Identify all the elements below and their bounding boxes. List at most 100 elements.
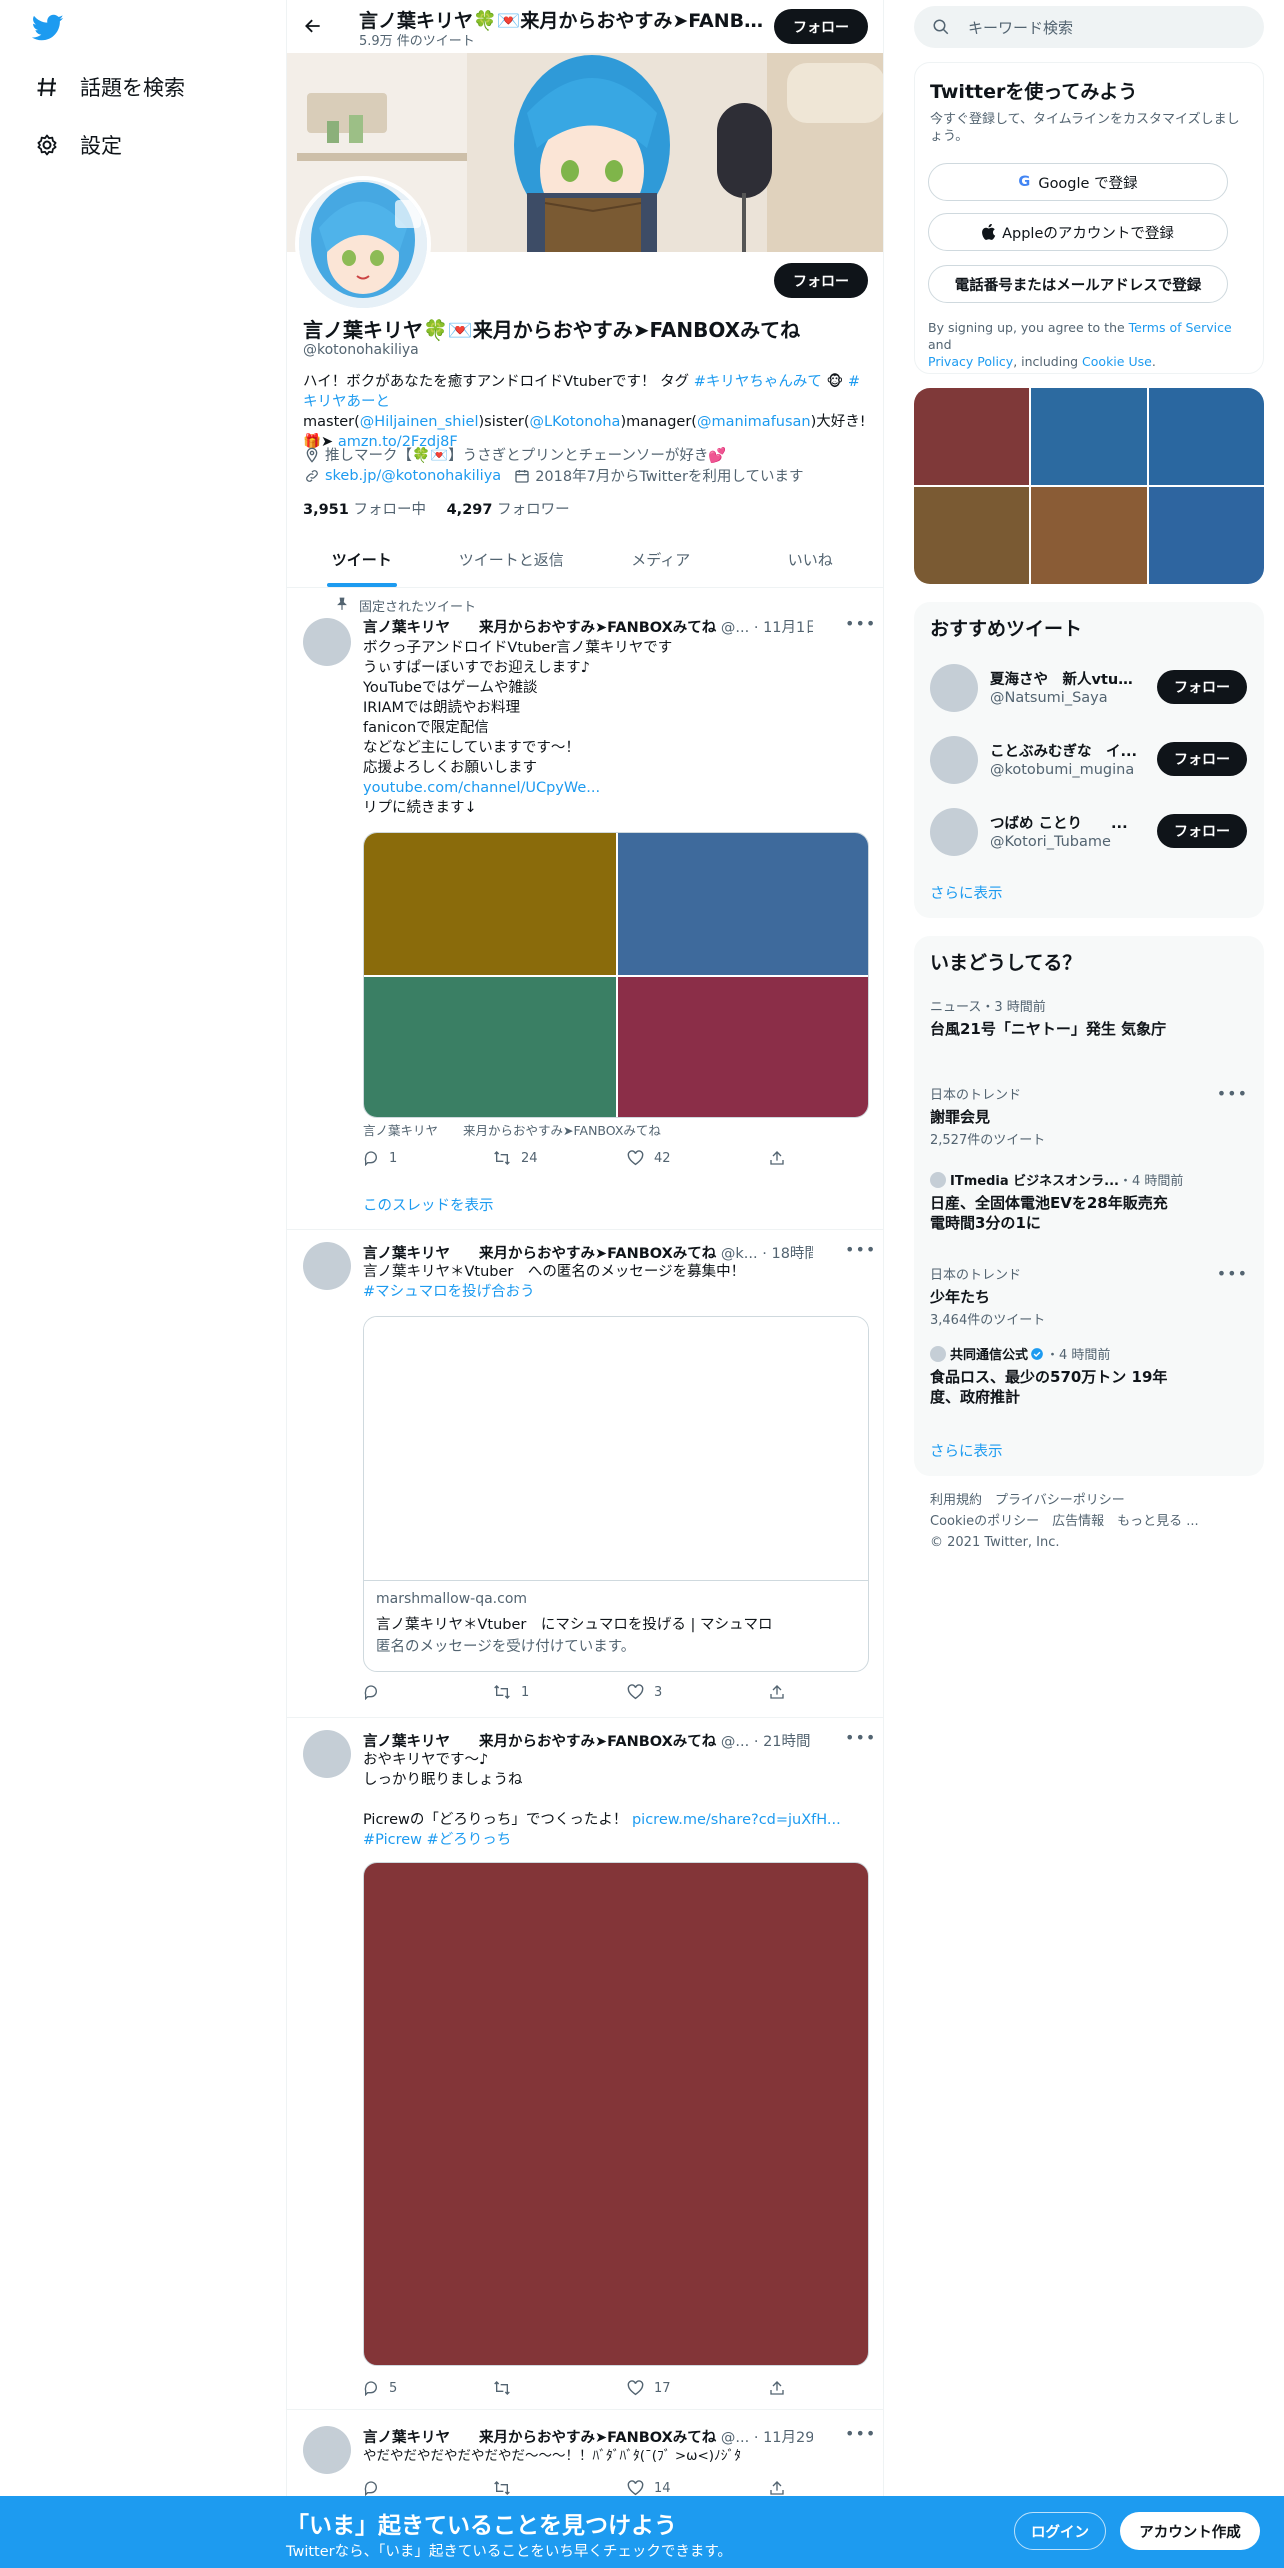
user-avatar[interactable] — [930, 808, 978, 856]
search-input[interactable]: キーワード検索 — [968, 17, 1073, 38]
media-image[interactable] — [364, 977, 616, 1117]
login-button[interactable]: ログイン — [1014, 2512, 1106, 2550]
tweet-author-handle[interactable]: @... — [721, 2430, 749, 2446]
tweet-hashtags[interactable]: #Picrew #どろりっち — [363, 1832, 511, 1848]
search-box[interactable]: キーワード検索 — [914, 6, 1264, 48]
nav-settings[interactable]: 設定 — [34, 130, 122, 160]
show-more-link[interactable]: さらに表示 — [930, 882, 1003, 903]
gallery-image[interactable] — [914, 388, 1029, 485]
media-image[interactable] — [618, 833, 868, 975]
signup-button[interactable]: アカウント作成 — [1120, 2512, 1260, 2550]
profile-avatar[interactable] — [295, 176, 431, 312]
media-image[interactable] — [364, 833, 616, 975]
more-options-icon[interactable]: ••• — [845, 1240, 876, 1259]
footer-link-row[interactable]: 利用規約 プライバシーポリシー — [930, 1490, 1250, 1511]
recommended-user[interactable]: 夏海さや 新人vtub... @Natsumi_Saya フォロー — [914, 652, 1264, 720]
bio-mention[interactable]: @manimafusan — [697, 414, 811, 430]
gallery-image[interactable] — [1149, 388, 1264, 485]
more-options-icon[interactable]: ••• — [1217, 1084, 1248, 1103]
gallery-image[interactable] — [1031, 388, 1147, 485]
user-avatar[interactable] — [930, 736, 978, 784]
share-button[interactable] — [769, 1684, 795, 1700]
gallery-image[interactable] — [1149, 487, 1264, 584]
more-options-icon[interactable]: ••• — [1217, 1264, 1248, 1283]
following-link[interactable]: 3,951 フォロー中 — [303, 502, 426, 518]
profile-url[interactable]: skeb.jp/@kotonohakiliya — [325, 468, 501, 484]
follow-button[interactable]: フォロー — [1157, 742, 1247, 776]
like-button[interactable]: 3 — [627, 1684, 662, 1700]
like-button[interactable]: 14 — [627, 2480, 671, 2496]
retweet-button[interactable] — [493, 2380, 521, 2396]
bio-mention[interactable]: @Hiljainen_shiel — [360, 414, 479, 430]
tweet-avatar[interactable] — [303, 1242, 351, 1290]
more-options-icon[interactable]: ••• — [845, 614, 876, 633]
tweet-pinned[interactable]: 固定されたツイート 言ノ葉キリヤ 来月からおやすみ➤FANBOXみてね @...… — [287, 588, 883, 1230]
recommended-user[interactable]: ことぶみむぎな イ... @kotobumi_mugina フォロー — [914, 724, 1264, 792]
tab-likes[interactable]: いいね — [736, 532, 884, 587]
tweet-author-name[interactable]: 言ノ葉キリヤ 来月からおやすみ➤FANBOXみてね — [363, 620, 716, 636]
more-options-icon[interactable]: ••• — [845, 2424, 876, 2443]
tweet-avatar[interactable] — [303, 1730, 351, 1778]
trend-item[interactable]: ITmedia ビジネスオンラ... ・4 時間前 日産、全固体電池EVを28年販… — [930, 1170, 1248, 1233]
terms-link[interactable]: Terms of Service — [1129, 320, 1232, 335]
retweet-button[interactable] — [493, 2480, 521, 2496]
tweet[interactable]: 言ノ葉キリヤ 来月からおやすみ➤FANBOXみてね @... · 21時間 ••… — [287, 1718, 883, 2410]
media-image[interactable] — [618, 977, 868, 1117]
header-follow-button[interactable]: フォロー — [774, 9, 868, 44]
trend-item[interactable]: ニュース・3 時間前 台風21号「ニヤトー」発生 気象庁 — [930, 996, 1248, 1039]
tab-media[interactable]: メディア — [586, 532, 736, 587]
share-button[interactable] — [769, 1150, 795, 1166]
tab-tweets[interactable]: ツイート — [287, 532, 437, 587]
tweet-time[interactable]: 18時間 — [771, 1246, 813, 1262]
retweet-button[interactable]: 1 — [493, 1684, 529, 1700]
bio-mention[interactable]: @LKotonoha — [530, 414, 621, 430]
back-arrow-icon[interactable] — [299, 12, 327, 40]
recommended-user[interactable]: つばめ ことり ... @Kotori_Tubame フォロー — [914, 796, 1264, 864]
tweet-author-name[interactable]: 言ノ葉キリヤ 来月からおやすみ➤FANBOXみてね — [363, 1246, 716, 1262]
like-button[interactable]: 42 — [627, 1150, 671, 1166]
tweet-avatar[interactable] — [303, 2426, 351, 2474]
trend-item[interactable]: 日本のトレンド 謝罪会見 2,527件のツイート — [930, 1084, 1248, 1148]
tweet[interactable]: 言ノ葉キリヤ 来月からおやすみ➤FANBOXみてね @k... · 18時間 •… — [287, 1230, 883, 1718]
tweet-avatar[interactable] — [303, 618, 351, 666]
retweet-button[interactable]: 24 — [493, 1150, 538, 1166]
phone-email-signup-button[interactable]: 電話番号またはメールアドレスで登録 — [928, 265, 1228, 303]
reply-button[interactable] — [363, 2480, 389, 2496]
profile-follow-button[interactable]: フォロー — [774, 263, 868, 298]
tweet-time[interactable]: 21時間 — [763, 1734, 810, 1750]
reply-button[interactable]: 5 — [363, 2380, 397, 2396]
tweet-time[interactable]: 11月29日 — [763, 2430, 813, 2446]
bio-hashtag[interactable]: #キリヤちゃんみて — [694, 374, 822, 390]
tweet-media-grid[interactable] — [363, 832, 869, 1118]
user-avatar[interactable] — [930, 664, 978, 712]
cookie-link[interactable]: Cookie Use — [1082, 354, 1152, 369]
share-button[interactable] — [769, 2480, 795, 2496]
tweet-author-handle[interactable]: @k... — [721, 1246, 758, 1262]
show-thread-link[interactable]: このスレッドを表示 — [363, 1194, 494, 1215]
more-options-icon[interactable]: ••• — [845, 1728, 876, 1747]
trend-item[interactable]: 共同通信公式 ・4 時間前 食品ロス、最少の570万トン 19年度、政府推計 — [930, 1344, 1248, 1407]
tweet-link[interactable]: picrew.me/share?cd=juXfH... — [632, 1812, 841, 1828]
tweet-author-name[interactable]: 言ノ葉キリヤ 来月からおやすみ➤FANBOXみてね — [363, 2430, 716, 2446]
tweet-time[interactable]: 11月1日 — [763, 620, 813, 636]
privacy-link[interactable]: Privacy Policy — [928, 354, 1013, 369]
followers-link[interactable]: 4,297 フォロワー — [447, 502, 570, 518]
link-card[interactable]: marshmallow-qa.com 言ノ葉キリヤ＊Vtuber にマシュマロを… — [363, 1316, 869, 1672]
like-button[interactable]: 17 — [627, 2380, 671, 2396]
gallery-image[interactable] — [914, 487, 1029, 584]
follow-button[interactable]: フォロー — [1157, 670, 1247, 704]
footer-link-row[interactable]: Cookieのポリシー 広告情報 もっと見る ... — [930, 1511, 1250, 1532]
twitter-logo-icon[interactable] — [31, 14, 66, 44]
google-signup-button[interactable]: G Google で登録 — [928, 163, 1228, 201]
tweet-author-handle[interactable]: @... — [721, 620, 749, 636]
tweet-author-handle[interactable]: @... — [721, 1734, 749, 1750]
share-button[interactable] — [769, 2380, 795, 2396]
gallery-image[interactable] — [1031, 487, 1147, 584]
show-more-link[interactable]: さらに表示 — [930, 1440, 1003, 1461]
reply-button[interactable] — [363, 1684, 389, 1700]
tweet-link[interactable]: youtube.com/channel/UCpyWe... — [363, 780, 600, 796]
tweet-hashtag[interactable]: #マシュマロを投げ合おう — [363, 1284, 535, 1300]
trend-item[interactable]: 日本のトレンド 少年たち 3,464件のツイート — [930, 1264, 1248, 1328]
nav-explore[interactable]: 話題を検索 — [34, 72, 185, 102]
tweet-author-name[interactable]: 言ノ葉キリヤ 来月からおやすみ➤FANBOXみてね — [363, 1734, 716, 1750]
